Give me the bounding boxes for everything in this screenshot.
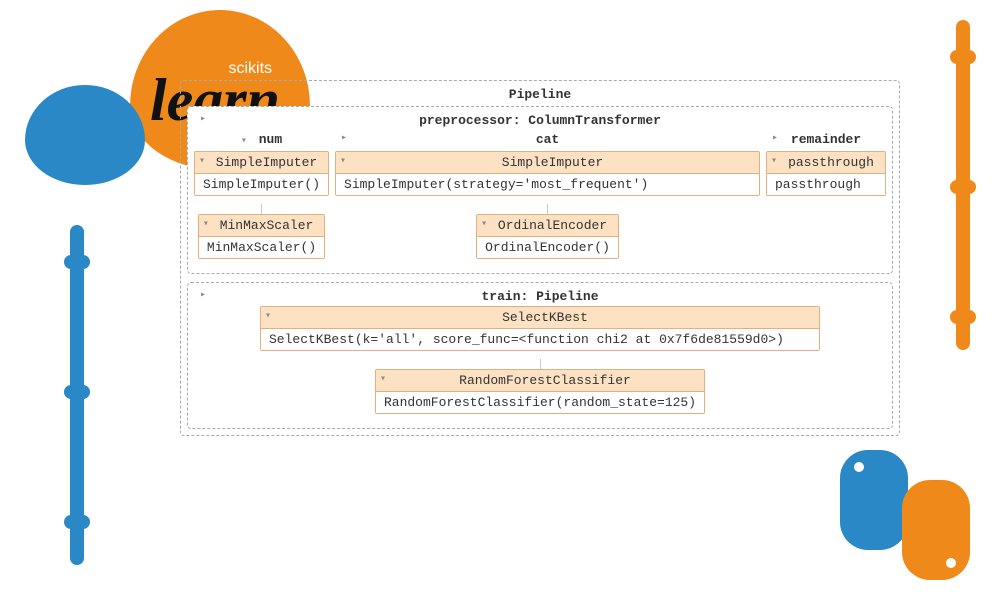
step-cat-ordinalencoder[interactable]: ▾OrdinalEncoder OrdinalEncoder() <box>476 214 619 259</box>
preprocessor-box: ▸ preprocessor: ColumnTransformer ▾ num … <box>187 106 893 274</box>
caret-right-icon: ▸ <box>341 132 347 144</box>
step-num-minmaxscaler[interactable]: ▾MinMaxScaler MinMaxScaler() <box>198 214 325 259</box>
pipeline-diagram: Pipeline ▸ preprocessor: ColumnTransform… <box>180 80 900 436</box>
caret-right-icon: ▸ <box>200 289 206 301</box>
caret-down-icon: ▾ <box>380 373 386 385</box>
step-train-randomforest[interactable]: ▾RandomForestClassifier RandomForestClas… <box>375 369 705 414</box>
bar-orange <box>956 20 970 350</box>
caret-right-icon: ▸ <box>772 132 778 144</box>
train-box: ▸ train: Pipeline ▾SelectKBest SelectKBe… <box>187 282 893 429</box>
caret-down-icon: ▾ <box>203 218 209 230</box>
column-cat: ▸ cat ▾SimpleImputer SimpleImputer(strat… <box>335 130 760 267</box>
caret-right-icon: ▸ <box>200 113 206 125</box>
step-remainder-passthrough[interactable]: ▾passthrough passthrough <box>766 151 886 196</box>
column-num: ▾ num ▾SimpleImputer SimpleImputer() ▾Mi… <box>194 130 329 267</box>
connector <box>547 204 548 214</box>
scikit-blob-blue <box>25 85 145 185</box>
connector <box>540 359 541 369</box>
column-remainder: ▸ remainder ▾passthrough passthrough <box>766 130 886 204</box>
caret-down-icon: ▾ <box>481 218 487 230</box>
bar-blue <box>70 225 84 565</box>
caret-down-icon: ▾ <box>199 155 205 167</box>
column-num-label: num <box>259 132 282 147</box>
step-num-simpleimputer[interactable]: ▾SimpleImputer SimpleImputer() <box>194 151 329 196</box>
pipeline-title: Pipeline <box>187 85 893 104</box>
caret-down-icon: ▾ <box>771 155 777 167</box>
caret-down-icon: ▾ <box>265 310 271 322</box>
column-remainder-label: remainder <box>791 132 861 147</box>
column-cat-label: cat <box>536 132 559 147</box>
preprocessor-title[interactable]: ▸ preprocessor: ColumnTransformer <box>194 111 886 130</box>
train-title[interactable]: ▸ train: Pipeline <box>194 287 886 306</box>
caret-down-icon: ▾ <box>340 155 346 167</box>
step-cat-simpleimputer[interactable]: ▾SimpleImputer SimpleImputer(strategy='m… <box>335 151 760 196</box>
python-logo-icon <box>840 450 970 580</box>
step-train-selectkbest[interactable]: ▾SelectKBest SelectKBest(k='all', score_… <box>260 306 820 351</box>
connector <box>261 204 262 214</box>
caret-down-icon: ▾ <box>241 136 247 147</box>
